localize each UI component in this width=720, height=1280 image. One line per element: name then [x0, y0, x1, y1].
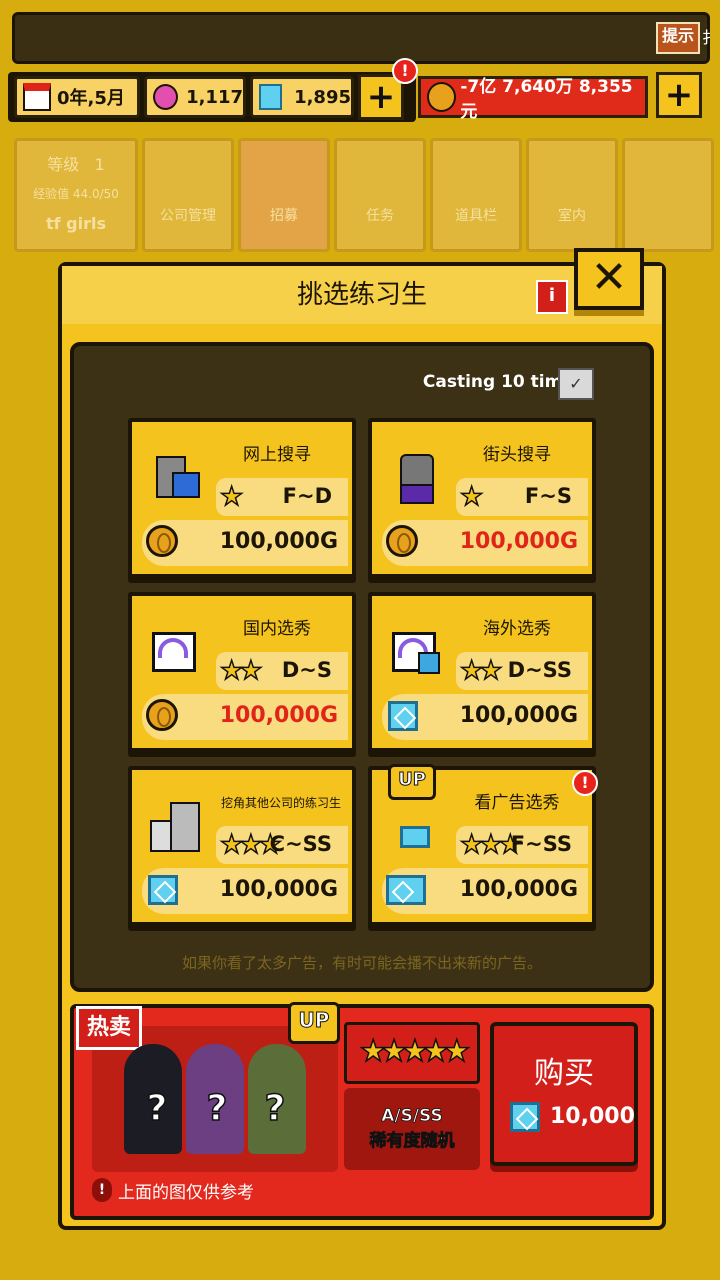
blue-gem-icon: [259, 84, 283, 110]
tab-quests[interactable]: 任务: [334, 138, 426, 252]
card-name: 街头搜寻: [483, 445, 551, 465]
warning-icon: !: [92, 1178, 112, 1202]
level-row: 等级 1: [47, 155, 105, 174]
up-badge: UP: [388, 764, 436, 800]
date-display: 0年,5月: [14, 76, 140, 118]
price-row: 100,000G: [142, 868, 348, 914]
coin-icon: [427, 82, 457, 112]
card-watch-ad-audition[interactable]: UP 看广告选秀 ★★★ F~SS 100,000G: [368, 764, 596, 926]
rank-range: ★ F~S: [456, 478, 588, 516]
rank-range: ★★★ F~SS: [456, 826, 588, 864]
star-icon: ★★: [459, 655, 503, 687]
coin-icon: [146, 525, 178, 557]
rarity-info: A/S/SS 稀有度随机: [344, 1088, 480, 1170]
star-icon: ★: [219, 481, 244, 513]
exp-label: 经验值 44.0/50: [33, 187, 119, 201]
tab-mail[interactable]: [622, 138, 714, 252]
gems-alert-badge: !: [392, 58, 418, 84]
close-button[interactable]: ✕: [574, 248, 644, 310]
card-poach-trainee[interactable]: 挖角其他公司的练习生 ★★★ C~SS 100,000G: [128, 766, 356, 926]
card-street-search[interactable]: 街头搜寻 ★ F~S 100,000G: [368, 418, 596, 578]
card-name: 挖角其他公司的练习生: [220, 796, 341, 810]
price-row: 100,000G: [142, 520, 348, 566]
ad-ticket-price-icon: [386, 875, 426, 905]
blue-gem-counter: 1,895: [250, 76, 354, 118]
hot-sale-label: 热卖: [76, 1006, 142, 1050]
card-name: 看广告选秀: [474, 793, 560, 813]
card-name: 网上搜寻: [243, 445, 311, 465]
card-name: 海外选秀: [483, 619, 551, 639]
company-name: tf girls: [45, 214, 106, 233]
price-row: 100,000G: [142, 694, 348, 740]
gem-icon: [388, 701, 418, 731]
top-bar: [12, 12, 710, 64]
rank-range: ★ F~D: [216, 478, 348, 516]
card-online-search[interactable]: 网上搜寻 ★ F~D 100,000G: [128, 418, 356, 578]
hot-sale-up-badge: UP: [288, 1002, 340, 1044]
ad-ticket-icon: [390, 800, 440, 850]
star-icon: ★: [459, 481, 484, 513]
question-mark: ?: [146, 1087, 168, 1130]
card-name: 国内选秀: [243, 619, 311, 639]
add-money-button[interactable]: +: [656, 72, 702, 118]
ad-card-alert-badge: !: [572, 770, 598, 796]
pink-gem-counter: 1,117: [144, 76, 246, 118]
globe-stage-icon: [390, 626, 440, 676]
ad-notice-text: 如果你看了太多广告，有时可能会播不出来新的广告。: [181, 954, 542, 972]
computer-icon: [150, 452, 200, 502]
pink-gem-icon: [153, 84, 179, 110]
image-disclaimer: ! 上面的图仅供参考: [92, 1178, 254, 1203]
buy-button[interactable]: [490, 1022, 638, 1166]
casting-toggle-checkbox[interactable]: ✓: [558, 368, 594, 400]
rank-range: ★★ D~SS: [456, 652, 588, 690]
price-row: 100,000G: [382, 520, 588, 566]
coin-icon: [146, 699, 178, 731]
calendar-icon: [23, 83, 51, 111]
street-trainee-icon: [390, 452, 440, 504]
modal-title: 挑选练习生: [62, 266, 662, 324]
five-star-rating: ★★★★★: [344, 1022, 480, 1084]
hint-overflow-text: 扌: [701, 28, 718, 47]
question-mark: ?: [264, 1087, 286, 1130]
tab-recruit[interactable]: 招募: [238, 138, 330, 252]
card-overseas-audition[interactable]: 海外选秀 ★★ D~SS 100,000G: [368, 592, 596, 752]
tab-interior[interactable]: 室内: [526, 138, 618, 252]
building-icon: [150, 800, 200, 852]
rainbow-stage-icon: [150, 626, 200, 676]
price-row: 100,000G: [382, 868, 588, 914]
question-mark: ?: [206, 1087, 228, 1130]
info-icon[interactable]: i: [536, 280, 568, 314]
buy-price: 10,000: [506, 1100, 635, 1136]
star-icon: ★★★: [459, 829, 522, 861]
tab-company-management[interactable]: 公司管理: [142, 138, 234, 252]
rank-range: ★★ D~S: [216, 652, 348, 690]
hint-button[interactable]: 提示: [656, 22, 700, 54]
star-icon: ★★: [219, 655, 263, 687]
card-domestic-audition[interactable]: 国内选秀 ★★ D~S 100,000G: [128, 592, 356, 752]
gem-icon: [148, 875, 178, 905]
buy-button-label: 购买: [534, 1056, 594, 1091]
tab-inventory[interactable]: 道具栏: [430, 138, 522, 252]
coin-icon: [386, 525, 418, 557]
company-info-tile: 等级 1 经验值 44.0/50 tf girls: [14, 138, 138, 252]
rank-range: ★★★ C~SS: [216, 826, 348, 864]
gem-icon: [510, 1102, 540, 1132]
money-display: -7亿 7,640万 8,355元: [418, 76, 648, 122]
price-row: 100,000G: [382, 694, 588, 740]
